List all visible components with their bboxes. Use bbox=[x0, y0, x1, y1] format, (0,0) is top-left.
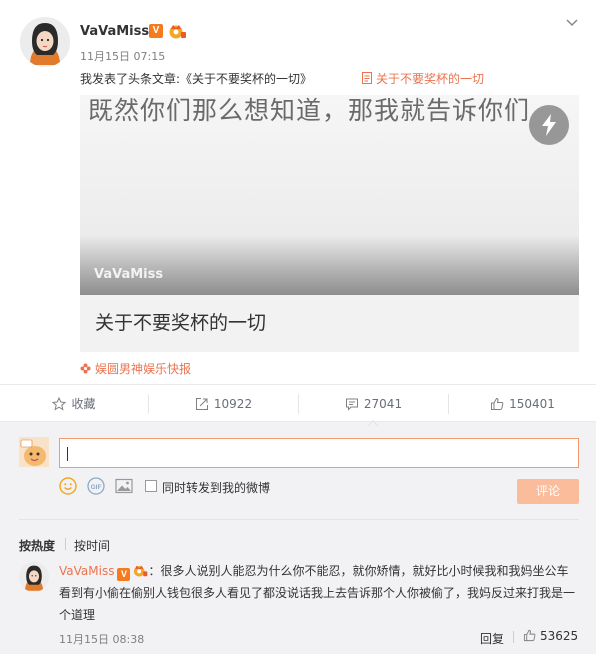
repost-checkbox-label[interactable]: 同时转发到我的微博 bbox=[162, 479, 270, 496]
post-text: 我发表了头条文章:《关于不要奖杯的一切》 bbox=[80, 72, 313, 86]
post-timestamp[interactable]: 11月15日 07:15 bbox=[80, 48, 165, 64]
active-tab-caret bbox=[368, 420, 378, 426]
chevron-down-icon[interactable] bbox=[566, 16, 578, 28]
sort-by-hot-tab[interactable]: 按热度 bbox=[19, 537, 55, 554]
flower-icon bbox=[80, 363, 91, 374]
image-icon[interactable] bbox=[115, 477, 133, 495]
cover-headline: 既然你们那么想知道，那我就告诉你们 bbox=[88, 96, 531, 125]
commenter-avatar[interactable] bbox=[19, 562, 49, 592]
article-card-title[interactable]: 关于不要奖杯的一切 bbox=[95, 308, 266, 335]
repost-checkbox[interactable] bbox=[145, 480, 157, 492]
comment-author[interactable]: VaVaMiss bbox=[59, 564, 114, 578]
like-count: 150401 bbox=[509, 397, 555, 411]
lightning-icon bbox=[542, 114, 556, 136]
article-card[interactable]: 既然你们那么想知道，那我就告诉你们 VaVaMiss 关于不要奖杯的一切 bbox=[80, 95, 579, 352]
sort-divider bbox=[65, 538, 66, 550]
thumbs-up-icon bbox=[523, 629, 536, 642]
verified-badge-icon: V bbox=[117, 568, 131, 581]
svg-text:GIF: GIF bbox=[91, 484, 102, 491]
repost-icon bbox=[195, 398, 208, 410]
submit-comment-button[interactable]: 评论 bbox=[517, 479, 579, 504]
like-button[interactable]: 150401 bbox=[449, 385, 596, 423]
star-icon bbox=[52, 396, 67, 411]
verified-badge-icon: V bbox=[149, 24, 163, 38]
thumbs-up-icon bbox=[491, 397, 504, 410]
article-link-label: 关于不要奖杯的一切 bbox=[376, 72, 485, 86]
author-avatar[interactable] bbox=[20, 17, 70, 67]
section-divider bbox=[19, 519, 579, 520]
comment-section: GIF 同时转发到我的微博 评论 按热度 按时间 VaVaMiss V ：很多人说别… bbox=[0, 422, 596, 654]
text-caret bbox=[67, 447, 68, 461]
vip-crown-icon[interactable] bbox=[132, 564, 148, 577]
document-icon bbox=[362, 72, 372, 84]
repost-count: 10922 bbox=[213, 397, 253, 411]
favorite-label: 收藏 bbox=[71, 397, 96, 411]
comment-input[interactable] bbox=[59, 438, 579, 468]
reply-divider bbox=[513, 631, 514, 643]
fast-read-button[interactable] bbox=[529, 105, 569, 145]
post-source-label: 娱圆男神娱乐快报 bbox=[95, 362, 192, 376]
repost-button[interactable]: 10922 bbox=[149, 385, 298, 423]
comment-like-button[interactable]: 53625 bbox=[523, 629, 578, 643]
article-cover-image[interactable]: 既然你们那么想知道，那我就告诉你们 VaVaMiss bbox=[80, 95, 579, 295]
comment-icon bbox=[345, 398, 358, 411]
comment-timestamp: 11月15日 08:38 bbox=[59, 633, 145, 646]
gif-icon[interactable]: GIF bbox=[87, 477, 105, 495]
emoji-icon[interactable] bbox=[59, 477, 77, 495]
comment-like-count: 53625 bbox=[540, 629, 579, 643]
cover-shade bbox=[80, 235, 579, 295]
comment-count: 27041 bbox=[363, 397, 403, 411]
action-bar: 收藏 10922 27041 150401 bbox=[0, 384, 596, 422]
author-name[interactable]: VaVaMiss bbox=[80, 24, 149, 39]
comment-button[interactable]: 27041 bbox=[299, 385, 448, 423]
current-user-avatar[interactable] bbox=[19, 437, 49, 467]
post-source[interactable]: 娱圆男神娱乐快报 bbox=[80, 360, 191, 377]
vip-crown-icon[interactable] bbox=[168, 23, 186, 39]
reply-button[interactable]: 回复 bbox=[480, 630, 504, 647]
favorite-button[interactable]: 收藏 bbox=[0, 385, 148, 423]
cover-watermark: VaVaMiss bbox=[94, 267, 164, 282]
article-link[interactable]: 关于不要奖杯的一切 bbox=[362, 70, 484, 87]
comment-body: VaVaMiss V ：很多人说别人能忍为什么你不能忍，就你矫情，就好比小时候我和我… bbox=[59, 560, 579, 626]
sort-by-time-tab[interactable]: 按时间 bbox=[74, 537, 110, 554]
